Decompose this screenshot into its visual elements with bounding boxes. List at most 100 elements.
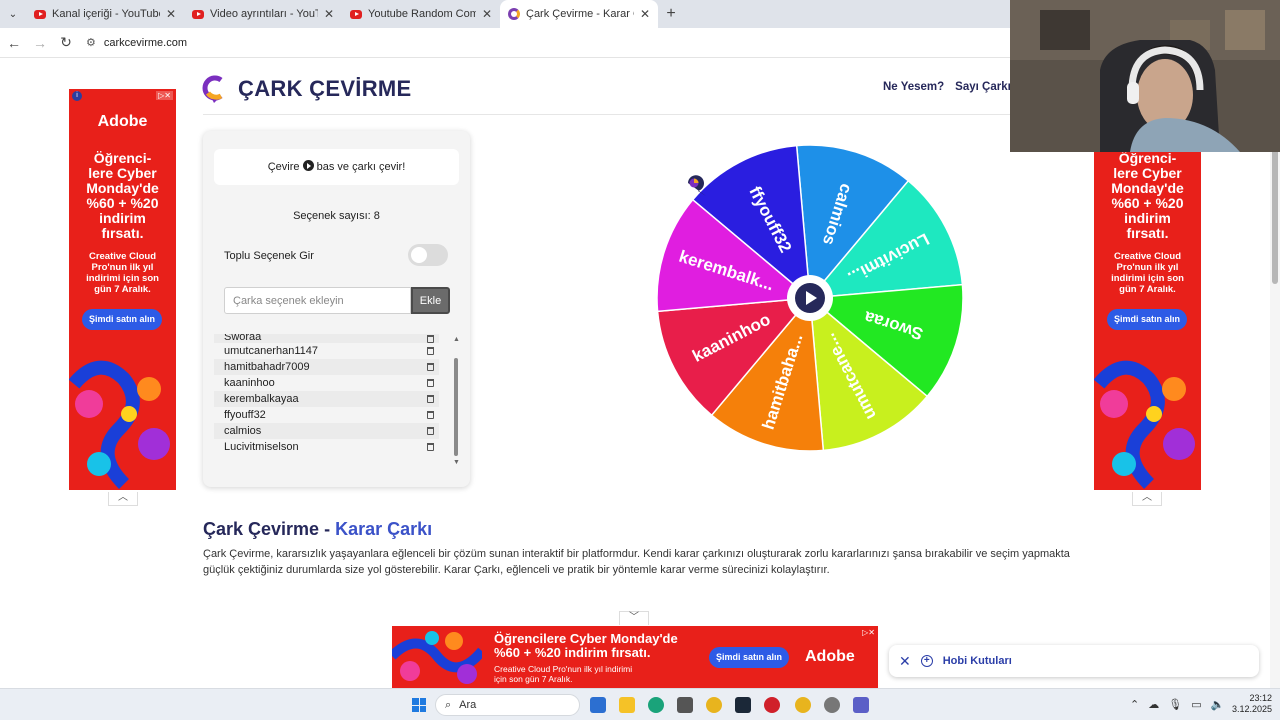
- file-explorer-icon[interactable]: [619, 697, 635, 713]
- option-item[interactable]: umutcanerhan1147: [214, 343, 439, 359]
- trash-icon[interactable]: [427, 443, 434, 451]
- header-divider: [203, 114, 1063, 115]
- new-tab-button[interactable]: +: [658, 0, 684, 28]
- teams-icon[interactable]: [853, 697, 869, 713]
- ad-subtext: Creative Cloud Pro'nun ilk yıl indirimi …: [1111, 251, 1184, 295]
- windows-start-icon[interactable]: [412, 698, 426, 712]
- clock[interactable]: 23:12 3.12.2025: [1228, 693, 1272, 715]
- browser-tab-active[interactable]: Çark Çevirme - Karar Çarkı! ✕: [500, 0, 658, 28]
- forward-icon[interactable]: →: [28, 35, 52, 51]
- option-item[interactable]: ffyouff32: [214, 407, 439, 423]
- site-logo-icon: [202, 75, 223, 103]
- option-label: kaaninhoo: [224, 377, 275, 389]
- reload-icon[interactable]: ↻: [54, 34, 78, 51]
- url-field[interactable]: ⚙ carkcevirme.com: [86, 36, 187, 50]
- option-item[interactable]: kerembalkayaa: [214, 391, 439, 407]
- back-icon[interactable]: ←: [2, 35, 26, 51]
- search-placeholder: Ara: [459, 699, 477, 711]
- option-label: ffyouff32: [224, 409, 266, 421]
- network-icon[interactable]: ▭: [1191, 698, 1201, 711]
- taskbar-search[interactable]: ⌕ Ara: [435, 694, 580, 716]
- ad-subtext: Creative Cloud Pro'nun ilk yıl indirimi …: [494, 664, 633, 684]
- ad-close-icon[interactable]: ▷✕: [862, 628, 875, 637]
- steam-icon[interactable]: [735, 697, 751, 713]
- hint-text-before: Çevire: [267, 161, 300, 173]
- site-info-icon[interactable]: ⚙: [86, 36, 96, 49]
- ad-cta-button[interactable]: Şimdi satın alın: [82, 309, 162, 330]
- date-text: 3.12.2025: [1231, 704, 1272, 714]
- ad-artwork: [392, 626, 482, 688]
- option-list[interactable]: Sworaa umutcanerhan1147 hamitbahadr7009 kaa…: [214, 334, 459, 466]
- tab-search-chevron-icon[interactable]: ⌄: [0, 0, 26, 28]
- ad-subtext: Creative Cloud Pro'nun ilk yıl indirimi …: [86, 251, 159, 295]
- trash-icon[interactable]: [427, 395, 434, 403]
- nav-link[interactable]: Ne Yesem?: [883, 81, 944, 93]
- edge-icon[interactable]: [648, 697, 664, 713]
- webcam-overlay: [1010, 0, 1280, 152]
- scroll-down-icon[interactable]: ▼: [453, 459, 460, 466]
- cloud-icon[interactable]: ☁: [1148, 698, 1159, 711]
- page-scrollbar[interactable]: [1270, 58, 1280, 688]
- obs-icon[interactable]: [824, 697, 840, 713]
- store-icon[interactable]: [677, 697, 693, 713]
- youtube-icon: [34, 9, 46, 19]
- close-tab-icon[interactable]: ✕: [640, 7, 650, 21]
- opera-icon[interactable]: [764, 697, 780, 713]
- option-input[interactable]: [224, 287, 411, 314]
- close-icon[interactable]: ✕: [899, 653, 911, 670]
- trash-icon[interactable]: [427, 411, 434, 419]
- bottom-ad-collapse-icon[interactable]: ﹀: [619, 611, 649, 625]
- article-paragraph: Çark Çevirme, kararsızlık yaşayanlara eğ…: [203, 548, 1070, 576]
- top-nav: Ne Yesem? Sayı Çarkı T: [883, 81, 1029, 93]
- chrome-active-icon[interactable]: [795, 697, 811, 713]
- trash-icon[interactable]: [427, 363, 434, 371]
- ad-artwork: [69, 344, 176, 490]
- copilot-icon[interactable]: [590, 697, 606, 713]
- ad-collapse-icon[interactable]: ︿: [108, 492, 138, 506]
- volume-icon[interactable]: 🔈: [1211, 698, 1225, 711]
- browser-tab[interactable]: Video ayrıntıları - YouTube Studio ✕: [184, 0, 342, 28]
- bulk-input-toggle[interactable]: [408, 244, 448, 266]
- ad-info-icon[interactable]: i: [72, 91, 82, 101]
- hobi-kutulari-bar[interactable]: ✕ + Hobi Kutuları: [889, 645, 1259, 677]
- youtube-icon: [350, 9, 362, 19]
- nav-link[interactable]: Sayı Çarkı: [955, 81, 1011, 93]
- options-panel: Çevire bas ve çarkı çevir! Seçenek sayıs…: [203, 131, 470, 487]
- ad-brand: Adobe: [805, 648, 855, 665]
- chrome-icon[interactable]: [706, 697, 722, 713]
- article-title-main: Çark Çevirme -: [203, 519, 336, 539]
- hobi-label[interactable]: Hobi Kutuları: [943, 655, 1012, 667]
- option-item[interactable]: calmios: [214, 423, 439, 439]
- option-label: Lucivitmiselson: [224, 441, 299, 453]
- ad-close-icon[interactable]: ▷✕: [156, 91, 173, 100]
- ad-banner-left[interactable]: i ▷✕ Adobe Öğrenci- lere Cyber Monday'de…: [69, 89, 176, 490]
- browser-tab[interactable]: Youtube Random Comment Picker ✕: [342, 0, 500, 28]
- scrollbar-thumb[interactable]: [454, 358, 458, 456]
- option-item[interactable]: kaaninhoo: [214, 375, 439, 391]
- close-tab-icon[interactable]: ✕: [166, 7, 176, 21]
- scroll-up-icon[interactable]: ▲: [453, 336, 460, 343]
- trash-icon[interactable]: [427, 427, 434, 435]
- time-text: 23:12: [1249, 693, 1272, 703]
- option-item[interactable]: hamitbahadr7009: [214, 359, 439, 375]
- ad-collapse-icon[interactable]: ︿: [1132, 492, 1162, 506]
- close-tab-icon[interactable]: ✕: [482, 7, 492, 21]
- option-item[interactable]: Lucivitmiselson: [214, 439, 439, 455]
- site-logo-text[interactable]: ÇARK ÇEVİRME: [238, 76, 412, 102]
- option-list-scrollbar[interactable]: ▲ ▼: [453, 336, 460, 466]
- ad-cta-button[interactable]: Şimdi satın alın: [1107, 309, 1187, 330]
- ad-headline: Öğrenci- lere Cyber Monday'de %60 + %20 …: [86, 150, 159, 241]
- option-item[interactable]: Sworaa: [214, 334, 439, 343]
- chevron-up-icon[interactable]: ⌃: [1130, 698, 1139, 711]
- ad-cta-button[interactable]: Şimdi satın alın: [709, 647, 789, 668]
- browser-tab[interactable]: Kanal içeriği - YouTube Studio ✕: [26, 0, 184, 28]
- spin-hint: Çevire bas ve çarkı çevir!: [214, 149, 459, 185]
- trash-icon[interactable]: [427, 335, 434, 343]
- add-option-button[interactable]: Ekle: [411, 287, 450, 314]
- trash-icon[interactable]: [427, 347, 434, 355]
- trash-icon[interactable]: [427, 379, 434, 387]
- microphone-icon[interactable]: 🎙: [1168, 698, 1182, 711]
- bulk-input-label: Toplu Seçenek Gir: [224, 250, 314, 262]
- close-tab-icon[interactable]: ✕: [324, 7, 334, 21]
- ad-banner-bottom[interactable]: ▷✕ Öğrencilere Cyber Monday'de %60 + %20…: [392, 626, 878, 688]
